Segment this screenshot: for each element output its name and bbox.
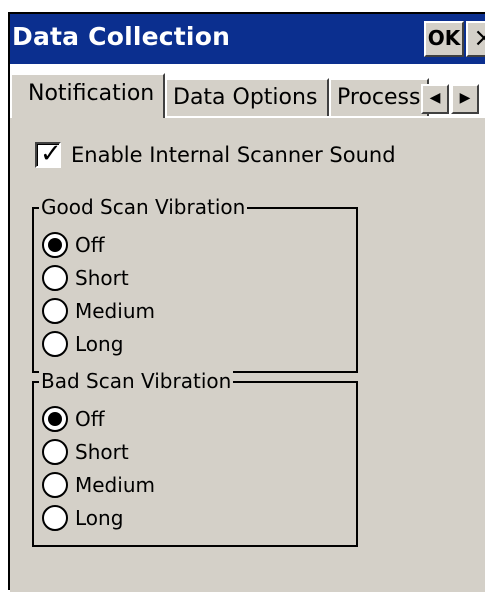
radio-button[interactable] [42,232,68,258]
close-button[interactable]: × [466,21,485,57]
radio-label[interactable]: Long [75,331,123,357]
radio-button[interactable] [42,439,68,465]
ok-button[interactable]: OK [424,21,464,57]
tab-scroll-left-icon[interactable]: ◀ [421,84,449,114]
radio-selected-dot [48,238,62,252]
radio-label[interactable]: Short [75,265,129,291]
radio-label[interactable]: Medium [75,472,155,498]
tab-notification[interactable]: Notification [10,73,165,118]
enable-sound-checkbox[interactable]: ✓ [35,139,62,169]
title-bar: Data Collection OK × [10,14,485,64]
radio-label[interactable]: Long [75,505,123,531]
good-scan-vibration-group: Good Scan Vibration Off Short Medium Lon… [32,193,358,373]
radio-selected-dot [48,412,62,426]
tab-processing[interactable]: Processi [329,78,429,116]
data-collection-window: Data Collection OK × Data Options Proces… [8,12,485,592]
notification-panel: ✓ Enable Internal Scanner Sound Good Sca… [10,116,485,592]
checkmark-icon: ✓ [40,139,62,169]
radio-button[interactable] [42,406,68,432]
tab-scroll-right-icon[interactable]: ▶ [451,84,479,114]
radio-button[interactable] [42,505,68,531]
tab-strip: Data Options Processi Notification ◀ ▶ [10,64,485,118]
radio-button[interactable] [42,472,68,498]
window-title: Data Collection [12,22,231,51]
radio-label[interactable]: Medium [75,298,155,324]
radio-button[interactable] [42,265,68,291]
bad-scan-vibration-group: Bad Scan Vibration Off Short Medium Long [32,367,358,547]
radio-label[interactable]: Short [75,439,129,465]
radio-label[interactable]: Off [75,232,105,258]
radio-button[interactable] [42,331,68,357]
enable-sound-label[interactable]: Enable Internal Scanner Sound [71,142,396,168]
bad-scan-vibration-title: Bad Scan Vibration [39,367,234,395]
radio-button[interactable] [42,298,68,324]
good-scan-vibration-title: Good Scan Vibration [39,193,248,221]
tab-data-options[interactable]: Data Options [165,78,329,116]
radio-label[interactable]: Off [75,406,105,432]
